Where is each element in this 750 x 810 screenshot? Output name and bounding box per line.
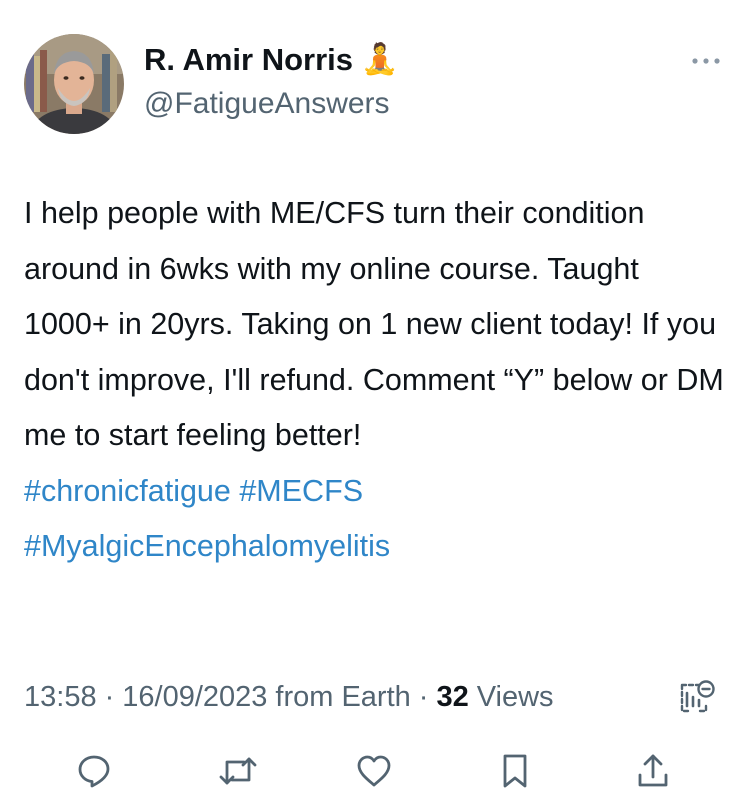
hashtag-myalgic-encephalomyelitis[interactable]: #MyalgicEncephalomyelitis [24, 529, 390, 563]
reply-button[interactable] [69, 746, 119, 796]
author-info: R. Amir Norris 🧘 @FatigueAnswers [144, 40, 398, 124]
hashtag-line-1: #chronicfatigue #MECFS [24, 464, 726, 520]
heart-icon [357, 755, 391, 787]
retweet-button[interactable] [213, 746, 263, 796]
tweet-body-text: I help people with ME/CFS turn their con… [24, 196, 724, 452]
views-label: Views [476, 681, 554, 713]
meditation-emoji: 🧘 [361, 43, 399, 76]
meta-separator: · [418, 681, 429, 713]
analytics-button[interactable] [676, 678, 716, 718]
tweet-header: R. Amir Norris 🧘 @FatigueAnswers [24, 34, 726, 134]
views-count: 32 [436, 681, 469, 713]
more-options-button[interactable] [686, 46, 726, 76]
tweet-time[interactable]: 13:58 [24, 672, 97, 722]
hashtag-mecfs[interactable]: #MECFS [239, 474, 363, 508]
share-icon [638, 754, 668, 787]
share-button[interactable] [628, 746, 678, 796]
more-horizontal-icon [692, 58, 720, 64]
tweet-date[interactable]: 16/09/2023 [122, 672, 267, 722]
retweet-icon [219, 757, 257, 785]
tweet-actions [24, 746, 726, 796]
bookmark-button[interactable] [490, 746, 540, 796]
author-display-name[interactable]: R. Amir Norris 🧘 [144, 40, 398, 80]
tweet-source: from Earth [275, 681, 411, 713]
author-handle[interactable]: @FatigueAnswers [144, 84, 398, 124]
hashtag-line-2: #MyalgicEncephalomyelitis [24, 519, 726, 575]
avatar[interactable] [24, 34, 124, 134]
avatar-photo [24, 34, 124, 134]
meta-separator: · [104, 681, 115, 713]
tweet-text: I help people with ME/CFS turn their con… [24, 186, 726, 575]
like-button[interactable] [349, 746, 399, 796]
author-name-text: R. Amir Norris [144, 42, 354, 77]
analytics-icon [680, 680, 715, 713]
hashtag-chronicfatigue[interactable]: #chronicfatigue [24, 474, 231, 508]
reply-icon [78, 755, 110, 788]
tweet-meta: 13:58 · 16/09/2023 from Earth · 32 Views [24, 672, 726, 722]
bookmark-icon [503, 754, 527, 788]
